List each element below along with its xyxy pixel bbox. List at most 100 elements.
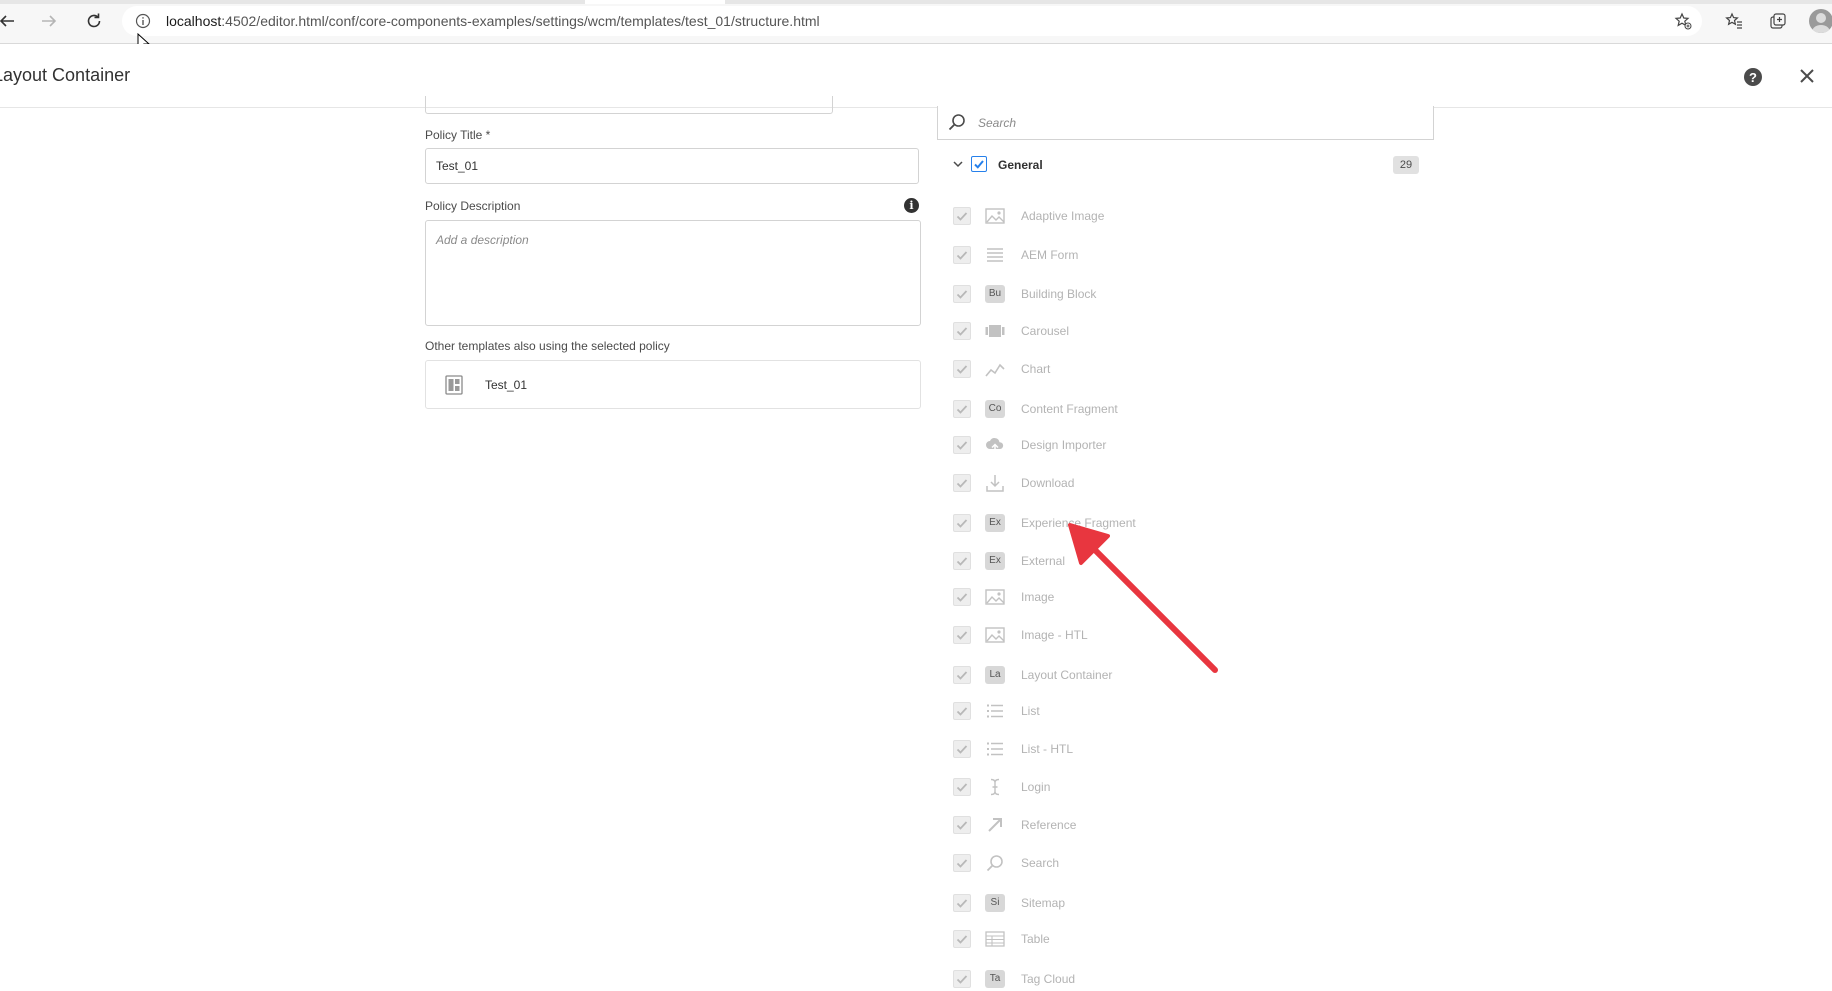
component-item[interactable]: List - HTL (953, 737, 1353, 761)
component-item[interactable]: Adaptive Image (953, 204, 1353, 228)
table-icon (985, 929, 1005, 949)
policy-description-label: Policy Description (425, 199, 521, 213)
help-icon[interactable]: ? (1744, 68, 1762, 86)
component-checkbox[interactable] (953, 816, 971, 834)
favorite-add-icon[interactable] (1674, 12, 1692, 35)
component-label: Chart (1021, 362, 1051, 376)
component-item[interactable]: Design Importer (953, 433, 1353, 457)
form-icon (985, 245, 1005, 265)
abbreviation-icon: Co (985, 399, 1005, 419)
component-group-general: General 29 (950, 154, 1420, 176)
component-item[interactable]: Chart (953, 357, 1353, 381)
abbreviation-text: Co (985, 400, 1005, 418)
component-label: Carousel (1021, 324, 1070, 338)
component-checkbox[interactable] (953, 626, 971, 644)
component-checkbox[interactable] (953, 360, 971, 378)
component-item[interactable]: Reference (953, 813, 1353, 837)
component-item[interactable]: Login (953, 775, 1353, 799)
favorites-icon[interactable] (1722, 9, 1746, 33)
component-checkbox[interactable] (953, 285, 971, 303)
component-search[interactable] (937, 106, 1434, 140)
active-tab[interactable] (585, 0, 725, 4)
image-icon (985, 625, 1005, 645)
component-checkbox[interactable] (953, 778, 971, 796)
component-checkbox[interactable] (953, 854, 971, 872)
image-icon (985, 587, 1005, 607)
component-checkbox[interactable] (953, 514, 971, 532)
component-label: AEM Form (1021, 248, 1079, 262)
chart-icon (985, 359, 1005, 379)
component-checkbox[interactable] (953, 740, 971, 758)
component-item[interactable]: Bu Building Block (953, 282, 1353, 306)
component-item[interactable]: Ta Tag Cloud (953, 967, 1353, 991)
search-icon (985, 853, 1005, 873)
component-item[interactable]: List (953, 699, 1353, 723)
tab-strip (0, 0, 1832, 4)
close-icon[interactable] (1796, 65, 1818, 87)
abbreviation-icon: Si (985, 893, 1005, 913)
component-label: Building Block (1021, 287, 1097, 301)
component-label: Sitemap (1021, 896, 1066, 910)
policy-title-input[interactable] (425, 148, 919, 184)
abbreviation-text: Si (985, 894, 1005, 912)
component-checkbox[interactable] (953, 207, 971, 225)
component-label: List (1021, 704, 1040, 718)
policy-description-textarea[interactable] (425, 220, 921, 326)
component-item[interactable]: Carousel (953, 319, 1353, 343)
component-checkbox[interactable] (953, 322, 971, 340)
component-label: Content Fragment (1021, 402, 1118, 416)
collections-icon[interactable] (1766, 9, 1790, 33)
component-label: Search (1021, 856, 1060, 870)
annotation-arrow (1068, 523, 1218, 673)
component-label: List - HTL (1021, 742, 1074, 756)
forward-icon[interactable] (36, 8, 62, 34)
dialog-header: Layout Container ? (0, 44, 1832, 108)
component-checkbox[interactable] (953, 702, 971, 720)
component-label: Login (1021, 780, 1051, 794)
address-bar[interactable]: localhost:4502/editor.html/conf/core-com… (122, 6, 1702, 36)
component-checkbox[interactable] (953, 930, 971, 948)
image-icon (985, 206, 1005, 226)
list-icon (985, 701, 1005, 721)
component-checkbox[interactable] (953, 400, 971, 418)
carousel-icon (985, 321, 1005, 341)
info-icon[interactable]: i (904, 198, 919, 213)
component-checkbox[interactable] (953, 552, 971, 570)
chevron-down-icon[interactable] (950, 156, 966, 172)
policy-title-label: Policy Title * (425, 128, 491, 142)
group-name: General (998, 158, 1043, 172)
component-label: Tag Cloud (1021, 972, 1076, 986)
component-item[interactable]: Download (953, 471, 1353, 495)
profile-avatar-icon[interactable] (1809, 9, 1832, 33)
component-item[interactable]: Co Content Fragment (953, 397, 1353, 421)
component-item[interactable]: AEM Form (953, 243, 1353, 267)
template-icon (444, 375, 464, 395)
dialog-title: Layout Container (0, 65, 131, 85)
cloud-upload-icon (985, 435, 1005, 455)
search-input[interactable] (976, 112, 1420, 134)
component-checkbox[interactable] (953, 588, 971, 606)
site-info-icon[interactable] (135, 13, 151, 34)
template-card[interactable]: Test_01 (425, 360, 921, 409)
search-icon (948, 113, 966, 131)
component-checkbox[interactable] (953, 436, 971, 454)
back-icon[interactable] (0, 8, 20, 34)
component-item[interactable]: Search (953, 851, 1353, 875)
abbreviation-text: Ex (985, 552, 1005, 570)
component-item[interactable]: Table (953, 927, 1353, 951)
template-name: Test_01 (485, 378, 528, 392)
component-checkbox[interactable] (953, 246, 971, 264)
component-checkbox[interactable] (953, 894, 971, 912)
component-item[interactable]: Si Sitemap (953, 891, 1353, 915)
list-icon (985, 739, 1005, 759)
component-checkbox[interactable] (953, 970, 971, 988)
browser-toolbar: localhost:4502/editor.html/conf/core-com… (0, 0, 1832, 44)
text-cursor-icon (985, 777, 1005, 797)
reload-icon[interactable] (81, 8, 107, 34)
group-checkbox[interactable] (971, 156, 987, 172)
component-checkbox[interactable] (953, 666, 971, 684)
component-checkbox[interactable] (953, 474, 971, 492)
download-icon (985, 473, 1005, 493)
abbreviation-icon: Ta (985, 969, 1005, 989)
url-text[interactable]: localhost:4502/editor.html/conf/core-com… (166, 13, 820, 29)
